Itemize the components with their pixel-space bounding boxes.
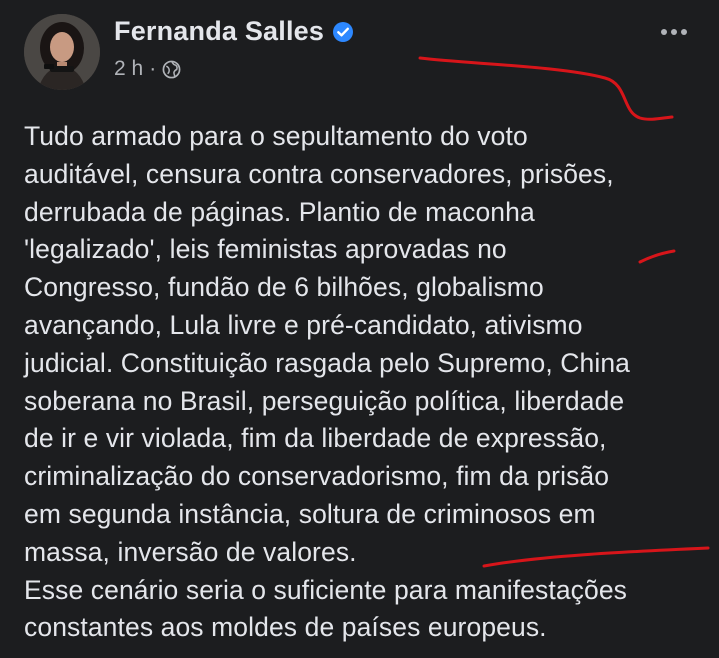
post-body-text: Tudo armado para o sepultamento do voto … xyxy=(24,121,631,643)
more-options-button[interactable] xyxy=(656,20,692,44)
post-card: Fernanda Salles 2 h · Tudo armado para o… xyxy=(0,0,719,658)
author-row: Fernanda Salles xyxy=(114,16,354,47)
meta-separator: · xyxy=(149,57,157,80)
more-horizontal-icon xyxy=(661,29,667,35)
more-horizontal-icon xyxy=(671,29,677,35)
verified-badge-icon xyxy=(332,21,354,43)
more-horizontal-icon xyxy=(681,29,687,35)
author-name[interactable]: Fernanda Salles xyxy=(114,16,324,47)
post-header: Fernanda Salles 2 h · xyxy=(20,14,700,94)
post-timestamp[interactable]: 2 h xyxy=(114,57,143,81)
author-avatar[interactable] xyxy=(24,14,100,90)
avatar-photo xyxy=(24,14,100,90)
post-meta: 2 h · xyxy=(114,57,181,81)
globe-icon[interactable] xyxy=(162,60,181,79)
